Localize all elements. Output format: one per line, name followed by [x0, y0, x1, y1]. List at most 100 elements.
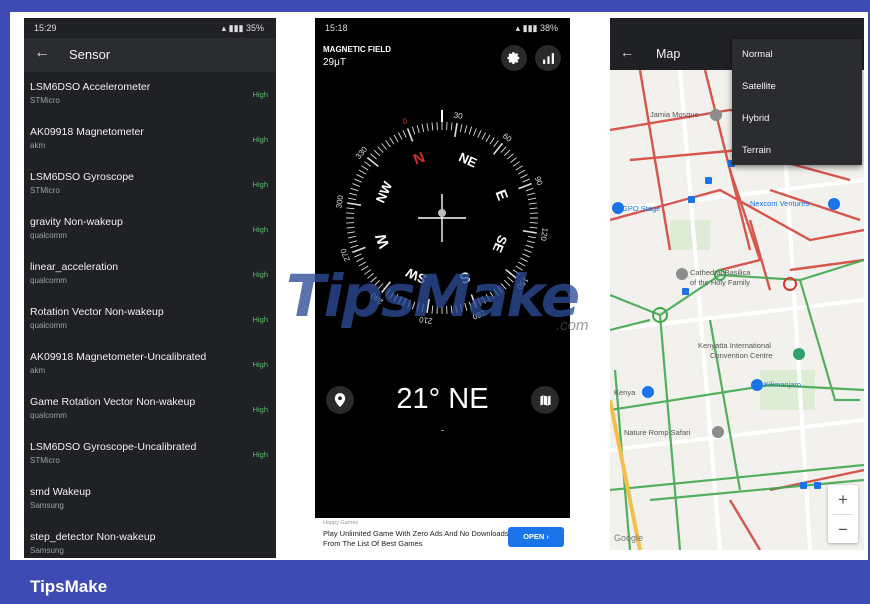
sensor-name: AK09918 Magnetometer [30, 126, 144, 138]
sensor-row[interactable]: LSM6DSO Accelerometer STMicro High [24, 78, 276, 123]
map-type-option[interactable]: Hybrid [732, 103, 862, 135]
sensor-vendor: qualcomm [30, 411, 67, 420]
place-label: Kenyatta International [698, 341, 771, 350]
degree-label: 270 [339, 247, 352, 263]
sensor-name: Game Rotation Vector Non-wakeup [30, 396, 196, 408]
back-arrow-icon[interactable]: ← [34, 44, 50, 62]
zoom-in-button[interactable]: + [828, 485, 858, 514]
status-time: 15:29 [34, 23, 57, 33]
sensor-accuracy: High [252, 90, 268, 99]
business-pin-icon[interactable] [828, 198, 840, 210]
sensor-vendor: STMicro [30, 96, 60, 105]
compass-tick [503, 149, 511, 157]
mosque-pin-icon[interactable] [710, 109, 722, 121]
ad-open-button[interactable]: OPEN › [508, 527, 564, 547]
map-type-option[interactable]: Satellite [732, 71, 862, 103]
sensor-row[interactable]: step_detector Non-wakeup Samsung [24, 528, 276, 558]
compass-tick [358, 169, 367, 175]
compass-tick [477, 130, 482, 138]
ad-banner[interactable]: Happy Games Play Unlimited Game With Zer… [315, 518, 570, 558]
compass-tick [529, 212, 538, 214]
status-bar: 15:29 ▴ ▮▮▮ 35% [24, 18, 276, 38]
top-border [0, 0, 870, 12]
compass-tick [515, 165, 523, 171]
compass-tick [346, 222, 355, 224]
place-label: Convention Centre [710, 351, 773, 360]
compass-tick [525, 244, 534, 249]
sensor-row[interactable]: gravity Non-wakeup qualcomm High [24, 213, 276, 258]
compass-tick [366, 156, 379, 168]
compass-tick [398, 132, 403, 140]
compass-tick [436, 122, 438, 131]
compass-tick [385, 140, 391, 148]
sensor-vendor: Samsung [30, 546, 64, 555]
compass-tick [431, 122, 434, 131]
page-title: Map [656, 47, 681, 61]
compass-tick [348, 197, 357, 201]
bar-chart-icon [542, 52, 554, 64]
place-label: Kilimanjaro [764, 380, 802, 389]
compass-tick [346, 217, 355, 219]
compass-tick [529, 217, 538, 219]
sensor-row[interactable]: AK09918 Magnetometer akm High [24, 123, 276, 168]
transit-pin-icon[interactable] [612, 202, 624, 214]
compass-tick [464, 125, 468, 134]
degree-label: 30 [453, 111, 464, 121]
sensor-name: gravity Non-wakeup [30, 216, 123, 228]
back-arrow-icon[interactable]: ← [620, 44, 634, 60]
direction-label: NW [373, 179, 396, 206]
compass-tick [347, 231, 356, 234]
sensor-row[interactable]: linear_acceleration qualcomm High [24, 258, 276, 303]
compass-tick [485, 134, 491, 143]
compass-tick [528, 202, 537, 205]
sensor-screen: 15:29 ▴ ▮▮▮ 35% ← Sensor LSM6DSO Acceler… [24, 18, 276, 558]
battery-indicator: ▴ ▮▮▮ 38% [515, 23, 558, 33]
sensor-vendor: qualcomm [30, 276, 67, 285]
compass-tick [527, 197, 536, 201]
sensor-row[interactable]: LSM6DSO Gyroscope-Uncalibrated STMicro Hig… [24, 438, 276, 483]
venue-pin-icon[interactable] [793, 348, 805, 360]
compass-tick [526, 240, 535, 244]
map-screen: Jamia Mosque GPO Stage Nexcom Ventures C… [610, 18, 864, 550]
compass-tick [416, 125, 420, 134]
battery-indicator: ▴ ▮▮▮ 35% [221, 23, 264, 33]
stats-button[interactable] [535, 45, 561, 71]
compass-tick [349, 192, 358, 196]
compass-tick [350, 187, 359, 192]
map-type-option[interactable]: Normal [732, 39, 862, 71]
compass-tick [527, 235, 536, 239]
google-logo: Google [614, 533, 644, 543]
map-button[interactable] [531, 386, 559, 414]
sensor-vendor: Samsung [30, 501, 64, 510]
direction-label: N [411, 149, 427, 169]
sensor-row[interactable]: Rotation Vector Non-wakeup qualcomm High [24, 303, 276, 348]
compass-tick [364, 161, 372, 167]
zoom-out-button[interactable]: − [828, 515, 858, 544]
sensor-accuracy: High [252, 360, 268, 369]
sensor-row[interactable]: smd Wakeup Samsung [24, 483, 276, 528]
compass-tick [522, 178, 530, 183]
compass-tick [411, 126, 416, 135]
app-bar: ← Sensor [24, 38, 276, 72]
status-bar: 15:18 ▴ ▮▮▮ 38% [315, 18, 570, 38]
compass-tick [450, 122, 453, 131]
direction-label: NE [457, 149, 480, 170]
map-type-option[interactable]: Terrain [732, 135, 862, 167]
sensor-row[interactable]: Game Rotation Vector Non-wakeup qualcomm H… [24, 393, 276, 438]
business-pin-icon[interactable] [751, 379, 763, 391]
compass-tick [348, 235, 357, 239]
sensor-name: smd Wakeup [30, 486, 91, 498]
place-pin-icon[interactable] [712, 426, 724, 438]
ad-text: Play Unlimited Game With Zero Ads And No… [323, 529, 509, 548]
sensor-accuracy: High [252, 450, 268, 459]
settings-button[interactable] [501, 45, 527, 71]
church-pin-icon[interactable] [676, 268, 688, 280]
compass-tick [507, 153, 514, 160]
place-label: Cathedral Basilica [690, 268, 751, 277]
sensor-name: AK09918 Magnetometer-Uncalibrated [30, 351, 207, 363]
degree-label: 0 [401, 116, 409, 126]
place-pin-icon[interactable] [642, 386, 654, 398]
sensor-row[interactable]: AK09918 Magnetometer-Uncalibrated akm High [24, 348, 276, 393]
sensor-row[interactable]: LSM6DSO Gyroscope STMicro High [24, 168, 276, 213]
compass-tick [349, 240, 358, 244]
